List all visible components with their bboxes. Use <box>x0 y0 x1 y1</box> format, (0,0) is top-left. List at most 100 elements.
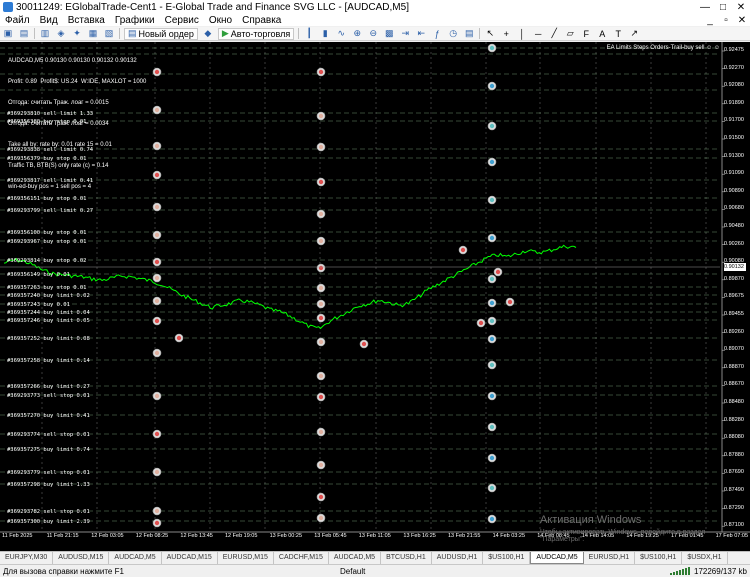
close-button[interactable]: ✕ <box>732 2 750 13</box>
order-label[interactable]: #369357263 buy stop 0.01 <box>7 285 86 291</box>
zoom-out-icon[interactable]: ⊖ <box>366 28 380 40</box>
order-label[interactable]: #369293817 sell limit 0.41 <box>7 178 93 184</box>
order-label[interactable]: #369357243 buy 0.01 <box>7 302 70 308</box>
chart-tab[interactable]: BTCUSD,H1 <box>381 552 432 564</box>
price-axis-label: 0.89455 <box>724 311 744 317</box>
order-label[interactable]: #369357252 buy limit 0.08 <box>7 336 90 342</box>
terminal-icon[interactable]: ▦ <box>86 28 100 40</box>
menu-tools[interactable]: Сервис <box>160 15 204 26</box>
navigator-icon[interactable]: ✦ <box>70 28 84 40</box>
chart-shift-icon[interactable]: ⇤ <box>414 28 428 40</box>
order-label[interactable]: #369356151 buy stop 0.01 <box>7 196 86 202</box>
line-chart-icon[interactable]: ∿ <box>334 28 348 40</box>
order-label[interactable]: #369293799 sell limit 0.27 <box>7 208 93 214</box>
chart-tab[interactable]: $US100,H1 <box>483 552 531 564</box>
price-axis-label: 0.89870 <box>724 275 744 282</box>
maximize-button[interactable]: □ <box>714 2 732 13</box>
price-axis-label: 0.91500 <box>724 135 744 141</box>
vertical-line-icon[interactable]: │ <box>515 28 529 40</box>
order-label[interactable]: #369356380 buy stop 0.01 <box>7 119 86 125</box>
chart-tab[interactable]: EURUSD,M15 <box>218 552 274 564</box>
order-label[interactable]: #369357298 buy limit 1.33 <box>7 482 90 488</box>
indicators-icon[interactable]: ƒ <box>430 28 444 40</box>
mdi-minimize-button[interactable]: _ <box>702 15 718 26</box>
data-window-icon[interactable]: ◈ <box>54 28 68 40</box>
crosshair-icon[interactable]: + <box>499 28 513 40</box>
horizontal-line-icon[interactable]: ─ <box>531 28 545 40</box>
chart-tab[interactable]: AUDCAD,M5 <box>109 552 162 564</box>
trade-marker-core <box>489 235 495 241</box>
order-label[interactable]: #369357240 buy limit 0.02 <box>7 293 90 299</box>
new-order-button[interactable]: ▤ Новый ордер <box>124 27 198 40</box>
tile-windows-icon[interactable]: ▩ <box>382 28 396 40</box>
chart-tab[interactable]: AUDCAD,M15 <box>162 552 218 564</box>
tester-icon[interactable]: ▧ <box>102 28 116 40</box>
mdi-close-button[interactable]: ✕ <box>734 15 750 26</box>
order-label[interactable]: #369356149 buy 0.01 <box>7 272 70 278</box>
chart-tab[interactable]: EURUSD,H1 <box>584 552 636 564</box>
auto-scroll-icon[interactable]: ⇥ <box>398 28 412 40</box>
order-label[interactable]: #369356379 buy stop 0.01 <box>7 156 86 162</box>
cursor-icon[interactable]: ↖ <box>483 28 497 40</box>
order-label[interactable]: #369357300 buy limit 2.39 <box>7 519 90 525</box>
order-label[interactable]: #369357258 buy limit 0.14 <box>7 358 90 364</box>
trade-marker-core <box>489 318 495 324</box>
chart-tab[interactable]: $US100,H1 <box>635 552 683 564</box>
order-label[interactable]: #369356100 buy stop 0.01 <box>7 230 86 236</box>
order-label[interactable]: #369293782 sell stop 0.01 <box>7 509 90 515</box>
minimize-button[interactable]: — <box>696 2 714 13</box>
chart-tab[interactable]: AUDCAD,M5 <box>530 552 584 564</box>
auto-trading-button[interactable]: ▶ Авто-торговля <box>217 27 295 40</box>
new-chart-icon[interactable]: ▣ <box>1 28 15 40</box>
title-bar: 30011249: EGlobalTrade-Cent1 - E-Global … <box>0 0 750 14</box>
zoom-in-icon[interactable]: ⊕ <box>350 28 364 40</box>
order-label[interactable]: #369293810 sell limit 1.33 <box>7 111 93 117</box>
trendline-icon[interactable]: ╱ <box>547 28 561 40</box>
market-watch-icon[interactable]: ▥ <box>38 28 52 40</box>
order-label[interactable]: #369293967 buy stop 0.01 <box>7 239 86 245</box>
text-icon[interactable]: A <box>595 28 609 40</box>
profiles-icon[interactable]: ▤ <box>17 28 31 40</box>
trade-marker-core <box>489 300 495 306</box>
chart-tab[interactable]: EURJPY,M30 <box>0 552 54 564</box>
chart-tab[interactable]: AUDUSD,M15 <box>53 552 110 564</box>
periods-icon[interactable]: ◷ <box>446 28 460 40</box>
order-label[interactable]: #369293773 sell stop 0.01 <box>7 393 90 399</box>
fibonacci-icon[interactable]: F <box>579 28 593 40</box>
chart-tab[interactable]: CADCHF,M15 <box>274 552 329 564</box>
label-icon[interactable]: T <box>611 28 625 40</box>
time-axis-label: 12 Feb 08:25 <box>135 533 169 539</box>
templates-icon[interactable]: ▤ <box>462 28 476 40</box>
menu-charts[interactable]: Графики <box>110 15 160 26</box>
order-label[interactable]: #369293779 sell stop 0.01 <box>7 470 90 476</box>
chart-tab[interactable]: AUDCAD,M5 <box>329 552 382 564</box>
order-label[interactable]: #369357275 buy limit 0.74 <box>7 447 90 453</box>
chart-tab[interactable]: AUDUSD,H1 <box>432 552 484 564</box>
order-label[interactable]: #369357266 buy limit 0.27 <box>7 384 90 390</box>
time-axis-label: 13 Feb 21:55 <box>448 533 481 539</box>
mdi-restore-button[interactable]: ▫ <box>718 15 734 26</box>
menu-file[interactable]: Файл <box>0 15 35 26</box>
order-label[interactable]: #369357246 buy limit 0.05 <box>7 318 90 324</box>
menu-window[interactable]: Окно <box>204 15 237 26</box>
expert-advisor-label[interactable]: EA Limits Steps Orders-Trail-buy sell ☺ … <box>607 45 720 51</box>
price-axis-label: 0.88480 <box>724 399 744 405</box>
order-label[interactable]: #369357270 buy limit 0.41 <box>7 413 90 419</box>
menu-help[interactable]: Справка <box>237 15 286 26</box>
status-profile[interactable]: Default <box>340 567 670 576</box>
menu-insert[interactable]: Вставка <box>63 15 110 26</box>
order-label[interactable]: #369293814 buy stop 0.02 <box>7 258 86 264</box>
price-axis-label: 0.90260 <box>724 240 744 247</box>
order-label[interactable]: #369293774 sell stop 0.01 <box>7 432 90 438</box>
order-label[interactable]: #369293838 sell limit 0.74 <box>7 147 93 153</box>
channel-icon[interactable]: ▱ <box>563 28 577 40</box>
price-axis-label: 0.92270 <box>724 64 744 71</box>
metaeditor-icon[interactable]: ◆ <box>201 28 215 40</box>
chart-tab[interactable]: $USDX,H1 <box>682 552 728 564</box>
menu-view[interactable]: Вид <box>35 15 63 26</box>
arrows-icon[interactable]: ↗ <box>627 28 641 40</box>
chart-area[interactable]: AUDCAD,M5 0.90130 0.90130 0.90132 0.9013… <box>0 42 750 551</box>
candle-chart-icon[interactable]: ▮ <box>318 28 332 40</box>
bar-chart-icon[interactable]: ┃ <box>302 28 316 40</box>
order-label[interactable]: #369357244 buy limit 0.04 <box>7 310 90 316</box>
